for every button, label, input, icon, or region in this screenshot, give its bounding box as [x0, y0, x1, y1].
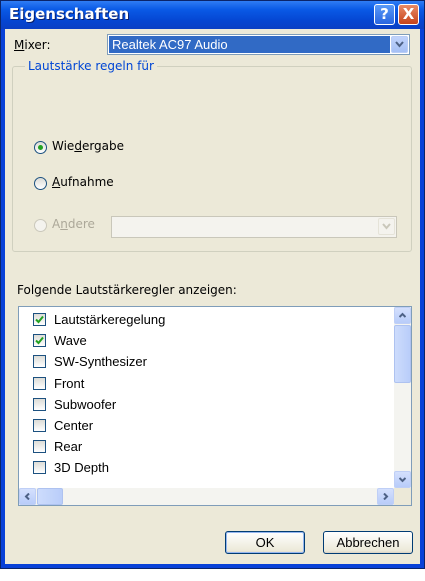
list-item-label: Front — [54, 375, 85, 391]
checkbox[interactable] — [33, 440, 46, 454]
chevron-left-icon — [24, 493, 30, 500]
radio-aufnahme[interactable] — [34, 177, 47, 190]
radio-label-aufnahme[interactable]: Aufnahme — [52, 175, 114, 189]
chevron-right-icon — [383, 493, 389, 500]
scroll-up-button[interactable] — [394, 307, 411, 324]
mixer-label: Mixer: — [14, 38, 51, 52]
checkbox[interactable] — [33, 313, 46, 326]
checkbox[interactable] — [33, 397, 46, 411]
checkbox[interactable] — [33, 376, 46, 390]
other-device-dropdown-button[interactable] — [378, 218, 395, 235]
radio-selected-dot — [38, 145, 43, 150]
mixer-selected-value: Realtek AC97 Audio — [109, 36, 390, 53]
list-item-label: Center — [54, 418, 94, 433]
controls-list-label: Folgende Lautstärkeregler anzeigen: — [17, 283, 237, 297]
scroll-right-button[interactable] — [377, 488, 394, 505]
horizontal-scroll-thumb[interactable] — [37, 488, 63, 505]
radio-wiedergabe[interactable] — [34, 141, 47, 154]
volume-group-title: Lautstärke regeln für — [25, 59, 157, 73]
vertical-scrollbar[interactable] — [394, 307, 411, 488]
chevron-down-icon — [382, 223, 391, 230]
checkbox[interactable] — [33, 355, 46, 369]
list-item-label: Rear — [54, 439, 83, 455]
list-item-label: Wave — [54, 333, 87, 349]
scrollbar-corner — [394, 488, 411, 505]
scroll-left-button[interactable] — [19, 488, 36, 505]
vertical-scroll-thumb[interactable] — [394, 325, 411, 383]
scroll-down-button[interactable] — [394, 471, 411, 488]
ok-button[interactable]: OK — [225, 531, 305, 554]
radio-label-wiedergabe[interactable]: Wiedergabe — [52, 139, 124, 153]
radio-label-andere[interactable]: Andere — [52, 217, 95, 231]
chevron-down-icon — [395, 41, 404, 48]
check-icon — [35, 315, 44, 324]
list-item-label: Lautstärkeregelung — [54, 312, 166, 327]
window-title: Eigenschaften — [9, 5, 130, 23]
checkbox[interactable] — [33, 419, 46, 432]
chevron-up-icon — [399, 312, 406, 318]
chevron-down-icon — [399, 477, 406, 483]
list-item-label: Subwoofer — [54, 396, 117, 412]
mixer-dropdown-button[interactable] — [391, 36, 408, 53]
other-device-dropdown[interactable] — [111, 216, 397, 238]
close-button[interactable]: X — [398, 4, 419, 25]
horizontal-scrollbar[interactable] — [19, 488, 394, 505]
list-item-label: SW-Synthesizer — [54, 354, 147, 370]
radio-andere[interactable] — [34, 219, 47, 232]
checkbox[interactable] — [33, 334, 46, 348]
controls-listbox[interactable]: Lautstärkeregelung Wave SW-Synthesizer Fron… — [18, 306, 412, 506]
mixer-dropdown[interactable]: Realtek AC97 Audio — [107, 34, 410, 55]
cancel-button[interactable]: Abbrechen — [323, 531, 413, 554]
checkbox[interactable] — [33, 461, 46, 475]
check-icon — [35, 337, 44, 345]
title-bar[interactable]: Eigenschaften ? X — [1, 1, 424, 29]
list-item-label: 3D Depth — [54, 460, 109, 476]
help-button[interactable]: ? — [374, 4, 395, 25]
